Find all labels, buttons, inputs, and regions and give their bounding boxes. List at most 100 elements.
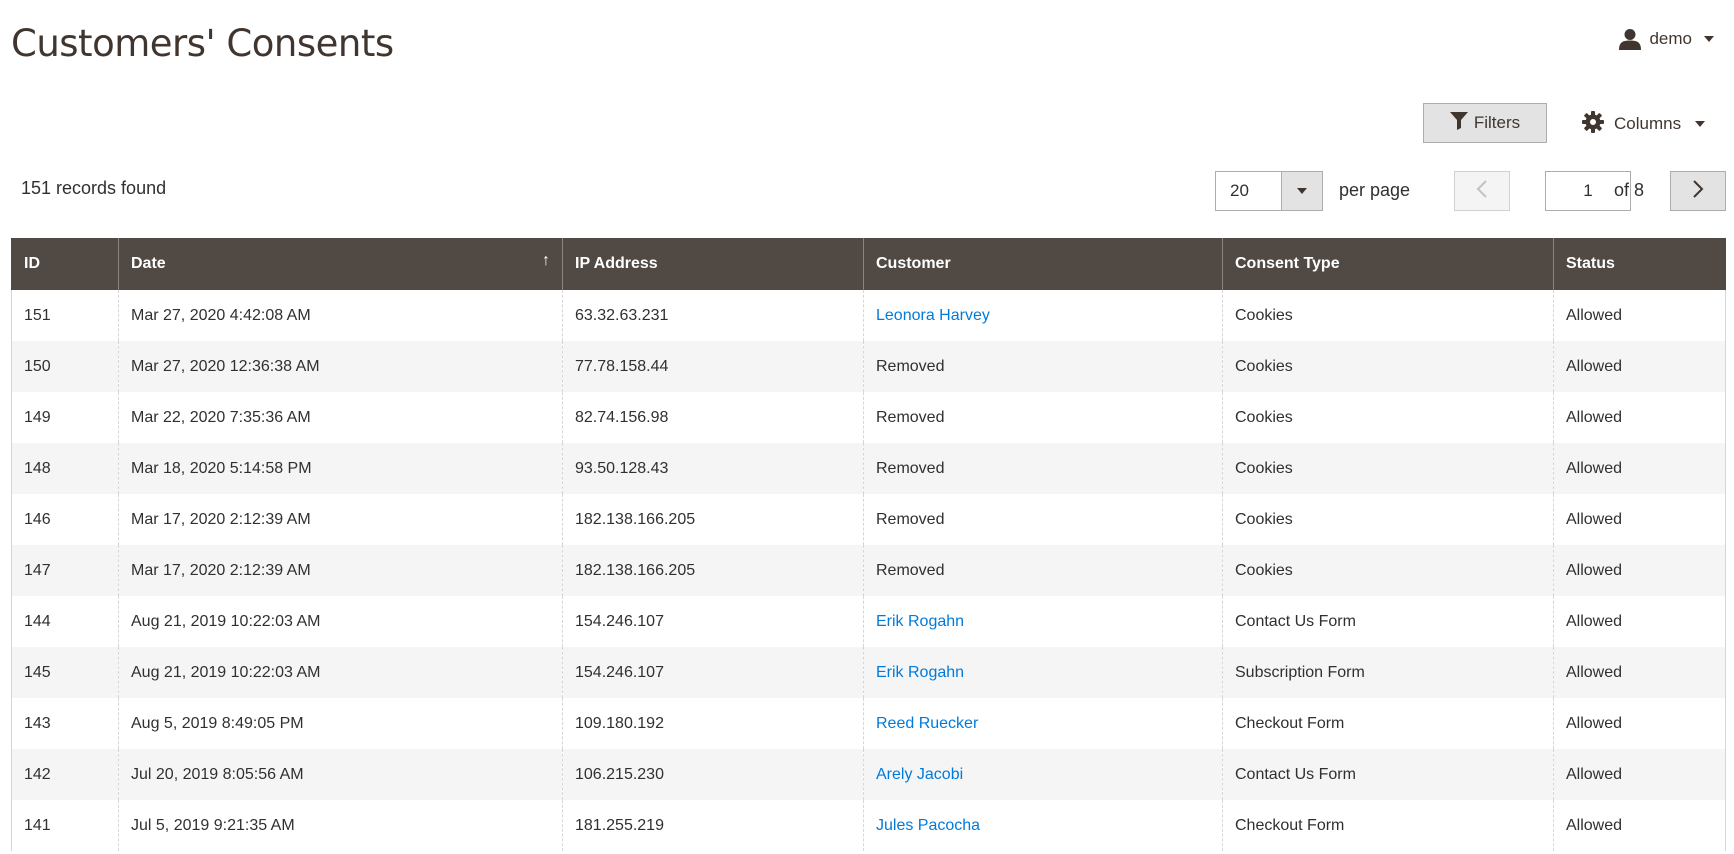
cell-customer: Arely Jacobi <box>863 749 1223 800</box>
next-page-button[interactable] <box>1670 171 1726 211</box>
chevron-down-icon <box>1695 121 1706 127</box>
table-row[interactable]: 145 Aug 21, 2019 10:22:03 AM 154.246.107 Er… <box>11 647 1726 698</box>
sort-ascending-icon: ↑ <box>542 252 550 269</box>
cell-status: Allowed <box>1553 698 1726 749</box>
customer-link[interactable]: Erik Rogahn <box>876 664 964 681</box>
cell-ip-address: 181.255.219 <box>562 800 864 851</box>
cell-customer: Removed <box>863 545 1223 596</box>
cell-consent-type: Cookies <box>1222 443 1554 494</box>
cell-id: 150 <box>11 341 119 392</box>
cell-date: Mar 18, 2020 5:14:58 PM <box>118 443 563 494</box>
column-header-status[interactable]: Status <box>1553 238 1726 290</box>
cell-ip-address: 82.74.156.98 <box>562 392 864 443</box>
cell-ip-address: 106.215.230 <box>562 749 864 800</box>
chevron-down-icon <box>1297 188 1307 194</box>
cell-consent-type: Subscription Form <box>1222 647 1554 698</box>
cell-id: 142 <box>11 749 119 800</box>
cell-customer: Removed <box>863 392 1223 443</box>
customer-link[interactable]: Reed Ruecker <box>876 715 978 732</box>
customer-link[interactable]: Leonora Harvey <box>876 307 990 324</box>
table-row[interactable]: 147 Mar 17, 2020 2:12:39 AM 182.138.166.20… <box>11 545 1726 596</box>
cell-ip-address: 63.32.63.231 <box>562 290 864 341</box>
filters-label: Filters <box>1473 113 1521 132</box>
cell-status: Allowed <box>1553 545 1726 596</box>
cell-ip-address: 93.50.128.43 <box>562 443 864 494</box>
cell-date: Aug 21, 2019 10:22:03 AM <box>118 596 563 647</box>
cell-status: Allowed <box>1553 494 1726 545</box>
column-header-id[interactable]: ID <box>11 238 119 290</box>
records-count: 151 records found <box>21 178 167 198</box>
cell-customer: Removed <box>863 494 1223 545</box>
cell-consent-type: Cookies <box>1222 494 1554 545</box>
cell-status: Allowed <box>1553 443 1726 494</box>
per-page-select[interactable]: 20 <box>1215 171 1323 211</box>
cell-id: 146 <box>11 494 119 545</box>
cell-id: 145 <box>11 647 119 698</box>
cell-ip-address: 182.138.166.205 <box>562 494 864 545</box>
cell-ip-address: 154.246.107 <box>562 596 864 647</box>
cell-date: Aug 5, 2019 8:49:05 PM <box>118 698 563 749</box>
chevron-right-icon <box>1692 179 1704 203</box>
cell-date: Mar 17, 2020 2:12:39 AM <box>118 545 563 596</box>
cell-status: Allowed <box>1553 800 1726 851</box>
user-name: demo <box>1649 29 1692 48</box>
cell-consent-type: Checkout Form <box>1222 800 1554 851</box>
columns-button[interactable]: Columns <box>1582 108 1706 140</box>
column-header-ip-address[interactable]: IP Address <box>562 238 864 290</box>
table-row[interactable]: 151 Mar 27, 2020 4:42:08 AM 63.32.63.231 Le… <box>11 290 1726 341</box>
cell-id: 151 <box>11 290 119 341</box>
total-pages-label: of 8 <box>1614 180 1645 200</box>
table-row[interactable]: 146 Mar 17, 2020 2:12:39 AM 182.138.166.20… <box>11 494 1726 545</box>
user-menu[interactable]: demo <box>1619 28 1714 50</box>
cell-customer: Removed <box>863 341 1223 392</box>
table-row[interactable]: 141 Jul 5, 2019 9:21:35 AM 181.255.219 Jule… <box>11 800 1726 851</box>
filter-icon <box>1449 111 1468 135</box>
cell-status: Allowed <box>1553 647 1726 698</box>
cell-status: Allowed <box>1553 596 1726 647</box>
table-row[interactable]: 143 Aug 5, 2019 8:49:05 PM 109.180.192 Reed… <box>11 698 1726 749</box>
cell-date: Mar 22, 2020 7:35:36 AM <box>118 392 563 443</box>
cell-customer: Leonora Harvey <box>863 290 1223 341</box>
cell-date: Jul 20, 2019 8:05:56 AM <box>118 749 563 800</box>
chevron-left-icon <box>1476 179 1488 203</box>
cell-customer: Reed Ruecker <box>863 698 1223 749</box>
table-row[interactable]: 142 Jul 20, 2019 8:05:56 AM 106.215.230 Are… <box>11 749 1726 800</box>
customer-link[interactable]: Erik Rogahn <box>876 613 964 630</box>
cell-date: Mar 27, 2020 12:36:38 AM <box>118 341 563 392</box>
cell-date: Mar 27, 2020 4:42:08 AM <box>118 290 563 341</box>
cell-status: Allowed <box>1553 749 1726 800</box>
cell-customer: Erik Rogahn <box>863 647 1223 698</box>
cell-customer: Jules Pacocha <box>863 800 1223 851</box>
cell-id: 148 <box>11 443 119 494</box>
cell-consent-type: Cookies <box>1222 545 1554 596</box>
column-header-consent-type[interactable]: Consent Type <box>1222 238 1554 290</box>
per-page-value: 20 <box>1230 181 1249 200</box>
filters-button[interactable]: Filters <box>1423 103 1547 143</box>
cell-status: Allowed <box>1553 290 1726 341</box>
cell-consent-type: Checkout Form <box>1222 698 1554 749</box>
cell-consent-type: Contact Us Form <box>1222 749 1554 800</box>
column-header-customer[interactable]: Customer <box>863 238 1223 290</box>
table-row[interactable]: 150 Mar 27, 2020 12:36:38 AM 77.78.158.44 R… <box>11 341 1726 392</box>
chevron-down-icon <box>1704 36 1714 42</box>
cell-id: 141 <box>11 800 119 851</box>
cell-id: 143 <box>11 698 119 749</box>
cell-status: Allowed <box>1553 341 1726 392</box>
cell-consent-type: Cookies <box>1222 341 1554 392</box>
customer-link[interactable]: Arely Jacobi <box>876 766 963 783</box>
per-page-label: per page <box>1339 180 1411 200</box>
table-row[interactable]: 148 Mar 18, 2020 5:14:58 PM 93.50.128.43 Re… <box>11 443 1726 494</box>
cell-id: 144 <box>11 596 119 647</box>
column-header-date[interactable]: Date ↑ <box>118 238 563 290</box>
cell-customer: Erik Rogahn <box>863 596 1223 647</box>
table-row[interactable]: 144 Aug 21, 2019 10:22:03 AM 154.246.107 Er… <box>11 596 1726 647</box>
cell-date: Mar 17, 2020 2:12:39 AM <box>118 494 563 545</box>
user-icon <box>1619 28 1642 50</box>
cell-ip-address: 109.180.192 <box>562 698 864 749</box>
table-row[interactable]: 149 Mar 22, 2020 7:35:36 AM 82.74.156.98 Re… <box>11 392 1726 443</box>
cell-date: Aug 21, 2019 10:22:03 AM <box>118 647 563 698</box>
previous-page-button[interactable] <box>1454 171 1510 211</box>
per-page-toggle[interactable] <box>1281 172 1322 210</box>
grid-header-row: ID Date ↑ IP Address Customer Consent Typ… <box>11 238 1726 290</box>
customer-link[interactable]: Jules Pacocha <box>876 817 980 834</box>
